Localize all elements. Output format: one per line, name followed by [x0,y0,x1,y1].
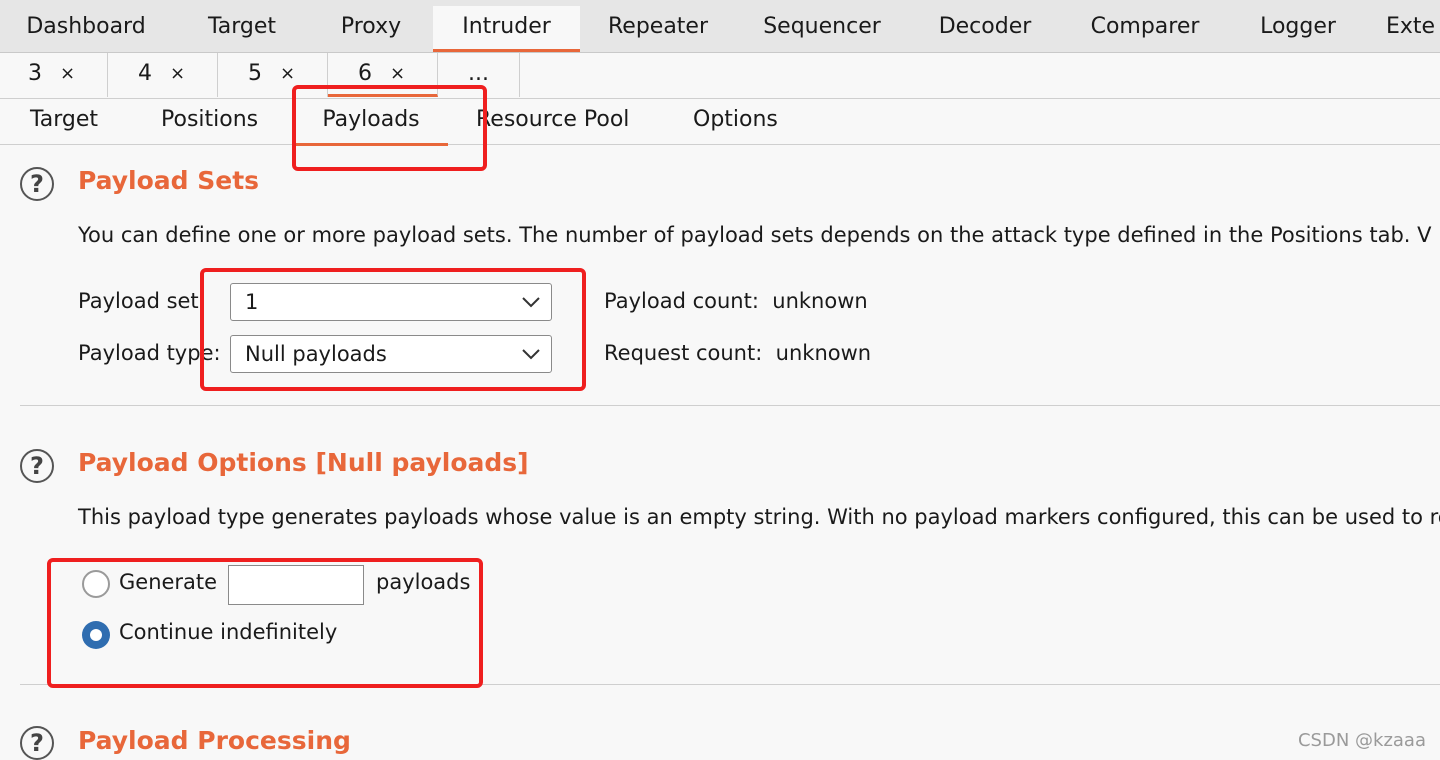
request-count-label-text: Request count: [604,341,763,365]
payload-count-label-text: Payload count: [604,289,759,313]
attack-tab-number: 3 [28,61,42,86]
request-count-value: unknown [775,341,872,365]
top-tab-bar: Dashboard Target Proxy Intruder Repeater… [0,0,1440,53]
tab-repeater[interactable]: Repeater [582,6,734,52]
help-icon[interactable]: ? [20,449,54,483]
annotation-box-payload-selects [200,268,586,391]
tab-logger[interactable]: Logger [1230,6,1366,52]
annotation-box-payloads-tab [292,85,487,171]
attack-tab-number: 4 [138,61,152,86]
payload-sets-description: You can define one or more payload sets.… [78,223,1432,247]
attack-tab-3[interactable]: 3 × [0,53,108,97]
attack-tab-number: 5 [248,61,262,86]
tab-intruder[interactable]: Intruder [433,6,580,52]
tab-decoder[interactable]: Decoder [910,6,1060,52]
request-count-label: Request count: unknown [604,341,871,365]
tab-proxy[interactable]: Proxy [312,6,430,52]
attack-tab-4[interactable]: 4 × [108,53,218,97]
tab-comparer[interactable]: Comparer [1060,6,1230,52]
section-divider [20,405,1440,406]
payload-count-value: unknown [772,289,868,313]
intruder-tab-bar: Target Positions Payloads Resource Pool … [0,99,1440,146]
tab-dashboard[interactable]: Dashboard [0,6,172,52]
payload-processing-title: Payload Processing [78,726,351,755]
payload-options-description: This payload type generates payloads who… [78,505,1440,529]
attack-tab-bar: 3 × 4 × 5 × 6 × ... [0,53,1440,99]
help-icon[interactable]: ? [20,167,54,201]
tab-sequencer[interactable]: Sequencer [734,6,910,52]
help-icon[interactable]: ? [20,726,54,760]
tab-positions[interactable]: Positions [161,99,258,143]
payload-sets-title: Payload Sets [78,166,260,195]
tab-inner-target[interactable]: Target [30,99,98,143]
tab-resource-pool[interactable]: Resource Pool [476,99,629,143]
payload-options-title: Payload Options [Null payloads] [78,448,529,477]
close-icon[interactable]: × [170,53,185,95]
annotation-box-payload-options [47,558,483,688]
watermark: CSDN @kzaaa [1297,730,1426,751]
payload-count-label: Payload count: unknown [604,289,868,313]
payload-set-label: Payload set: [78,289,206,313]
tab-target[interactable]: Target [172,6,312,52]
tab-options[interactable]: Options [693,99,778,143]
close-icon[interactable]: × [60,53,75,95]
tab-extender[interactable]: Exte [1386,6,1440,52]
